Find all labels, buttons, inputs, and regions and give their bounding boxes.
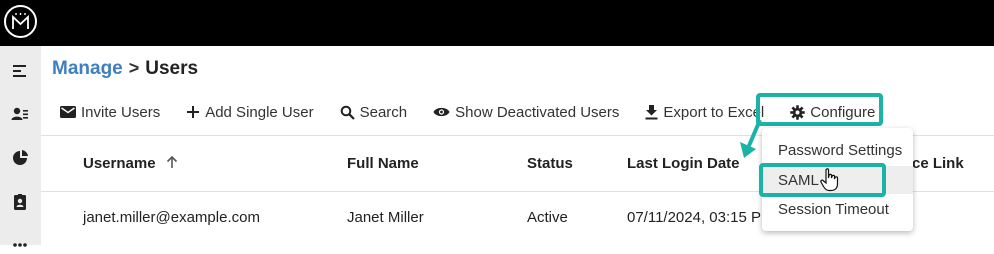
column-header-username[interactable]: Username (83, 155, 178, 172)
breadcrumb-separator: > (128, 58, 140, 78)
show-deactivated-users-label: Show Deactivated Users (455, 103, 620, 121)
search-label: Search (359, 103, 408, 121)
cell-status: Active (527, 209, 568, 226)
cell-full-name: Janet Miller (347, 209, 424, 226)
email-icon (60, 106, 76, 118)
page-title: Users (145, 58, 199, 79)
add-single-user-button[interactable]: Add Single User (186, 103, 314, 121)
username-header-label: Username (83, 155, 156, 172)
plus-icon (187, 106, 200, 118)
cell-last-login: 07/11/2024, 03:15 PM (627, 209, 774, 226)
logo-emblem-icon (12, 13, 29, 29)
breadcrumb-manage-link[interactable]: Manage (52, 58, 123, 79)
badge-icon[interactable] (11, 193, 29, 211)
configure-highlight (756, 93, 883, 126)
invite-users-label: Invite Users (81, 103, 161, 121)
menu-item-session-timeout[interactable]: Session Timeout (778, 201, 889, 218)
add-single-user-label: Add Single User (205, 103, 314, 121)
download-icon (645, 104, 658, 119)
menu-collapse-icon[interactable] (11, 62, 29, 80)
column-header-status[interactable]: Status (527, 155, 573, 172)
invite-users-button[interactable]: Invite Users (60, 104, 160, 121)
search-button[interactable]: Search (340, 103, 408, 121)
left-nav (0, 46, 41, 247)
chart-icon[interactable] (11, 149, 29, 167)
cell-username: janet.miller@example.com (83, 209, 260, 226)
logo[interactable] (4, 5, 37, 38)
hand-cursor-icon (820, 168, 839, 192)
column-header-full-name[interactable]: Full Name (347, 155, 419, 172)
show-deactivated-users-button[interactable]: Show Deactivated Users (433, 104, 619, 121)
users-admin-icon[interactable] (11, 105, 29, 123)
search-icon (340, 105, 355, 120)
breadcrumb: Manage > Users (52, 58, 198, 80)
sort-ascending-icon (166, 155, 177, 168)
column-header-last-login[interactable]: Last Login Date (627, 155, 740, 172)
more-icon[interactable] (11, 236, 29, 254)
column-header-ce-link[interactable]: ce Link (912, 155, 964, 172)
menu-item-password-settings[interactable]: Password Settings (778, 142, 902, 159)
eye-icon (433, 107, 450, 117)
top-bar (0, 0, 994, 46)
